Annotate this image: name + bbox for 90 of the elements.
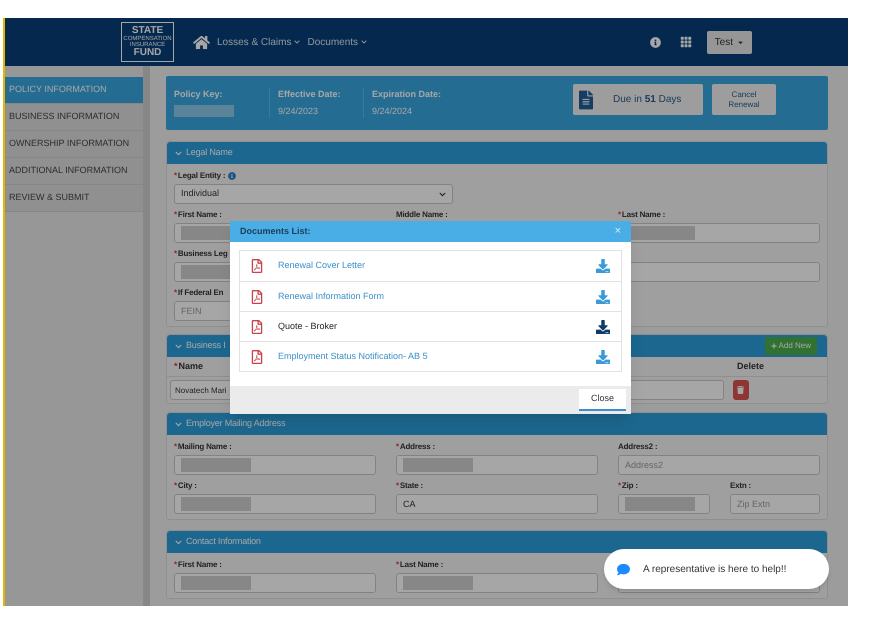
document-icon [579,90,593,110]
input-field[interactable] [174,494,376,514]
field-label: *Legal Entity : [174,170,226,182]
input-field[interactable]: CA [396,494,598,514]
document-link[interactable]: Renewal Cover Letter [278,259,366,273]
info-icon[interactable] [650,36,661,48]
caret-icon [737,38,744,46]
sidebar-item[interactable]: BUSINESS INFORMATION [5,104,143,131]
document-row[interactable]: Renewal Cover Letter [240,251,621,281]
pdf-file-icon [251,350,263,364]
banner-value: 9/24/2024 [372,104,414,118]
caret-icon [361,39,368,45]
field-label: *First Name : [174,209,222,221]
input-field[interactable]: Address2 [618,455,820,475]
sidebar-item[interactable]: OWNERSHIP INFORMATION [5,131,143,158]
field-label: *Zip : [618,480,638,492]
field-label: Middle Name : [396,209,448,221]
document-row[interactable]: Employment Status Notification- AB 5 [240,341,621,371]
input-field[interactable] [396,455,598,475]
field-label: *City : [174,480,197,492]
pdf-file-icon [251,290,263,304]
document-link[interactable]: Employment Status Notification- AB 5 [278,350,428,364]
banner-label: Effective Date: [278,88,342,101]
banner-label: Expiration Date: [372,88,442,101]
column-header: Delete [736,360,764,373]
user-menu-button[interactable]: Test [706,30,752,54]
section-title: Employer Mailing Address [186,417,286,430]
speech-bubble-icon [616,562,631,576]
field-label: *Business Leg [174,248,228,260]
section-title: Contact Information [186,535,261,548]
chevron-icon [175,420,182,428]
chevron-icon [175,150,182,156]
chat-toast[interactable]: A representative is here to help!! [604,549,829,589]
sidebar-item[interactable]: ADDITIONAL INFORMATION [5,158,143,185]
trash-icon [737,386,744,394]
section-title: Business I [186,339,226,352]
redacted-block [181,458,251,472]
redacted-block [181,576,251,590]
pdf-file-icon [251,259,263,273]
input-field[interactable] [174,455,376,475]
field-label: *If Federal En [174,287,224,299]
column-header: *Name [174,360,204,373]
field-label: *Mailing Name : [174,441,232,453]
section-title: Legal Name [186,146,233,160]
nav-menu-link[interactable]: Documents [307,34,368,50]
field-label: *State : [396,480,423,492]
caret-icon [294,39,300,45]
chevron-icon [175,342,182,350]
chevron-icon [439,190,446,198]
banner-label: Policy Key: [174,88,224,101]
document-row[interactable]: Quote - Broker [240,311,621,341]
document-row[interactable]: Renewal Information Form [240,281,621,311]
field-label: *First Name : [174,559,222,571]
pdf-file-icon [251,320,263,334]
section-header[interactable]: Contact Information [167,531,827,553]
input-field[interactable] [174,573,376,593]
due-date-button[interactable]: Due in 51 Days [573,84,703,115]
redacted-block [403,458,473,472]
input-field[interactable] [396,573,598,593]
select-field[interactable]: Individual [174,184,453,204]
redacted-block [403,576,473,590]
redacted-block [625,497,695,511]
delete-button[interactable] [732,380,749,400]
chevron-icon [175,538,182,546]
document-link[interactable]: Renewal Information Form [278,290,384,304]
sidebar-item[interactable]: REVIEW & SUBMIT [5,185,143,212]
download-icon[interactable] [596,320,610,334]
info-icon[interactable] [228,172,236,180]
input-field[interactable]: Zip Extn [730,494,820,514]
nav-menu-link[interactable]: Losses & Claims [217,34,300,50]
document-link[interactable]: Quote - Broker [278,320,338,334]
plus-icon [770,343,777,349]
input-field[interactable] [618,494,710,514]
field-label: *Address : [396,441,436,453]
banner-value: 9/24/2023 [278,104,320,118]
field-label: Address2 : [618,441,658,453]
cancel-renewal-button[interactable]: Cancel Renewal [712,84,776,115]
section-header[interactable]: Employer Mailing Address [167,413,827,435]
chat-message: A representative is here to help!! [643,562,786,576]
field-label: Extn : [730,480,752,492]
grid-icon[interactable] [680,36,692,48]
field-label: *Last Name : [396,559,444,571]
section-header[interactable]: Legal Name [167,142,827,164]
add-new-button[interactable]: Add New [764,337,817,355]
field-label: *Last Name : [618,209,666,221]
sidebar-item[interactable]: POLICY INFORMATION [5,77,143,104]
home-icon[interactable] [193,34,210,50]
dialog-title: Documents List: [240,224,311,238]
close-button[interactable]: Close [578,389,626,411]
redacted-block [181,497,251,511]
